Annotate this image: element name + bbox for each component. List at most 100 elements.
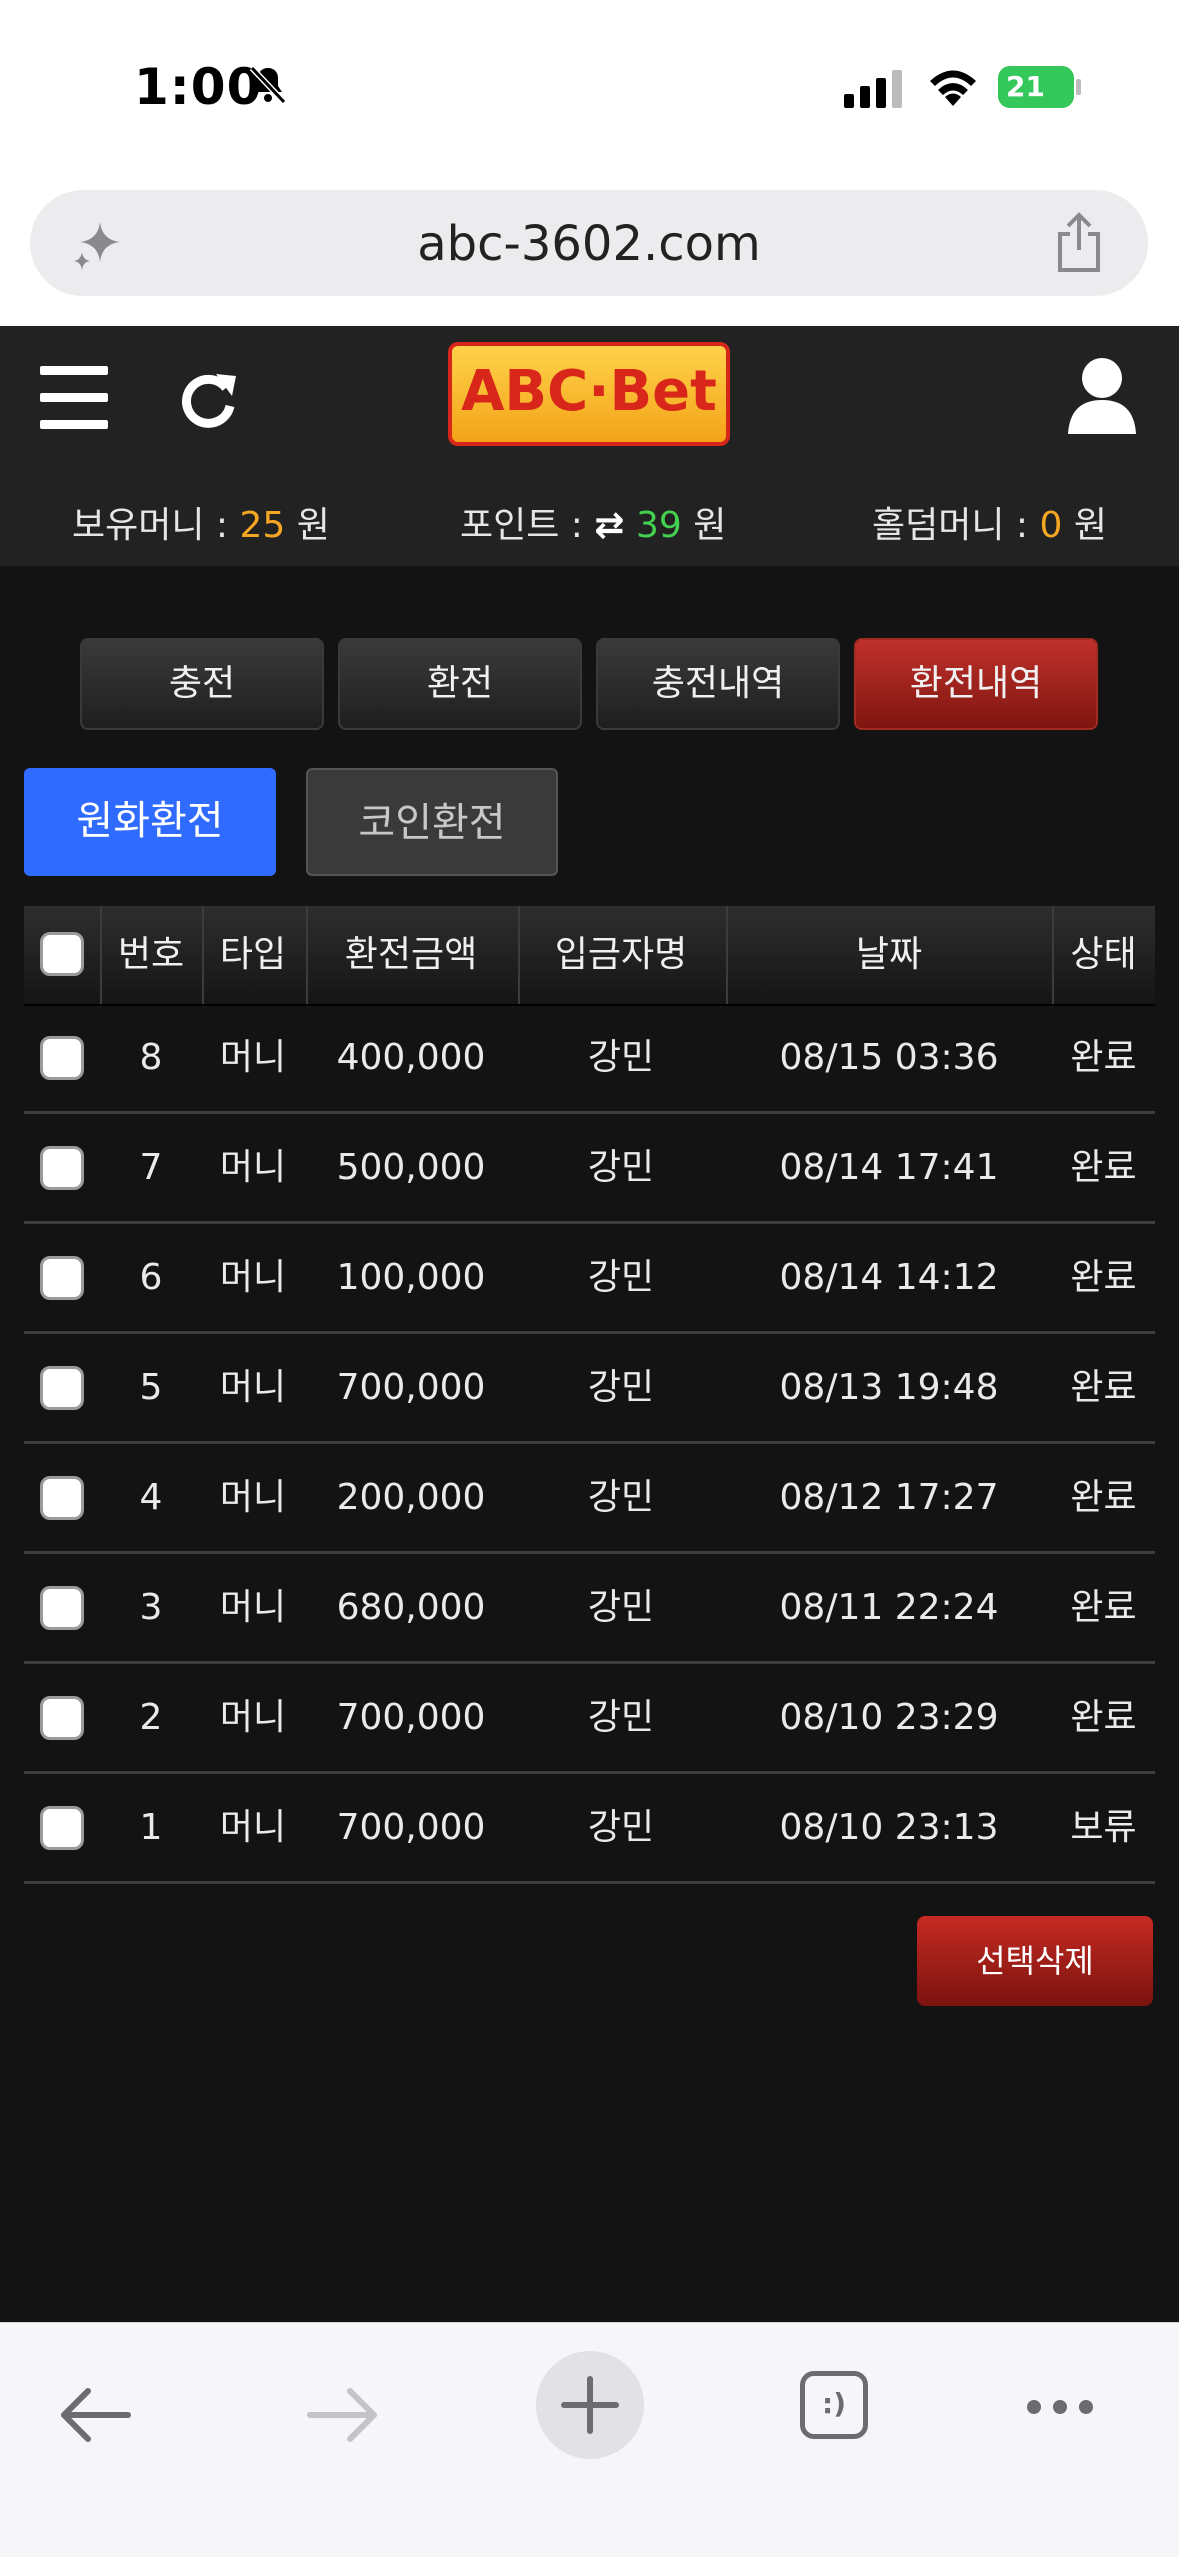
browser-toolbar: :) [0, 2322, 1179, 2557]
cell-number: 8 [139, 1037, 163, 1078]
header-number: 번호 [117, 934, 185, 975]
balance-points: 포인트 : ⇄ 39 원 [460, 496, 726, 548]
cell-status: 완료 [1070, 1037, 1137, 1078]
share-icon[interactable] [1052, 212, 1106, 274]
row-checkbox[interactable] [40, 1146, 84, 1190]
menu-icon[interactable] [40, 366, 108, 430]
cell-status: 완료 [1070, 1587, 1137, 1628]
cell-type: 머니 [219, 1367, 287, 1408]
tab-deposit[interactable]: 충전 [80, 638, 324, 730]
new-tab-button[interactable] [536, 2351, 644, 2459]
forward-arrow-icon[interactable] [306, 2385, 380, 2445]
cell-status: 완료 [1070, 1147, 1137, 1188]
row-checkbox[interactable] [40, 1586, 84, 1630]
browser-chrome: 1:00 21 abc-3602.com [0, 0, 1179, 326]
table-row: 5 머니 700,000 강민 08/13 19:48 완료 [24, 1334, 1155, 1444]
cell-number: 1 [139, 1807, 163, 1848]
cell-date: 08/10 23:29 [779, 1697, 999, 1738]
header-date: 날짜 [855, 934, 923, 975]
cell-amount: 680,000 [336, 1587, 486, 1628]
cell-amount: 700,000 [336, 1807, 486, 1848]
cell-depositor: 강민 [587, 1477, 655, 1518]
tab-withdraw[interactable]: 환전 [338, 638, 582, 730]
header-depositor: 입금자명 [554, 934, 688, 975]
cell-number: 5 [139, 1367, 163, 1408]
cell-depositor: 강민 [587, 1367, 655, 1408]
cell-date: 08/10 23:13 [779, 1807, 999, 1848]
cellular-signal-icon [844, 70, 902, 108]
points-unit: 원 [681, 505, 727, 546]
cell-date: 08/14 17:41 [779, 1147, 999, 1188]
exchange-icon[interactable]: ⇄ [594, 505, 624, 546]
cell-type: 머니 [219, 1587, 287, 1628]
plus-icon [561, 2376, 619, 2434]
balance-label: 보유머니 : [72, 505, 240, 546]
row-checkbox[interactable] [40, 1696, 84, 1740]
row-checkbox[interactable] [40, 1806, 84, 1850]
table-row: 6 머니 100,000 강민 08/14 14:12 완료 [24, 1224, 1155, 1334]
tab-withdraw-history[interactable]: 환전내역 [854, 638, 1098, 730]
back-arrow-icon[interactable] [58, 2385, 132, 2445]
holdem-label: 홀덤머니 : [872, 505, 1040, 546]
cell-date: 08/11 22:24 [779, 1587, 999, 1628]
row-checkbox[interactable] [40, 1366, 84, 1410]
cell-depositor: 강민 [587, 1807, 655, 1848]
cell-date: 08/14 14:12 [779, 1257, 999, 1298]
header-amount: 환전금액 [344, 934, 478, 975]
cell-status: 완료 [1070, 1367, 1137, 1408]
select-all-checkbox[interactable] [40, 932, 84, 976]
cell-depositor: 강민 [587, 1587, 655, 1628]
balance-money: 보유머니 : 25 원 [72, 496, 330, 548]
refresh-icon[interactable] [176, 368, 240, 432]
cell-type: 머니 [219, 1807, 287, 1848]
cell-depositor: 강민 [587, 1037, 655, 1078]
row-checkbox[interactable] [40, 1476, 84, 1520]
cell-depositor: 강민 [587, 1697, 655, 1738]
points-value: 39 [636, 505, 682, 546]
cell-number: 3 [139, 1587, 163, 1628]
table-row: 2 머니 700,000 강민 08/10 23:29 완료 [24, 1664, 1155, 1774]
row-checkbox[interactable] [40, 1256, 84, 1300]
row-checkbox[interactable] [40, 1036, 84, 1080]
site-header: ABC·Bet 보유머니 : 25 원 포인트 : ⇄ 39 원 홀덤머니 : … [0, 326, 1179, 566]
status-time: 1:00 [134, 58, 263, 116]
cell-status: 완료 [1070, 1257, 1137, 1298]
cell-type: 머니 [219, 1147, 287, 1188]
cell-amount: 700,000 [336, 1367, 486, 1408]
cell-status: 보류 [1070, 1807, 1137, 1848]
cell-number: 2 [139, 1697, 163, 1738]
more-options-icon[interactable] [1024, 2397, 1096, 2417]
krw-withdraw-button[interactable]: 원화환전 [24, 768, 276, 876]
table-row: 8 머니 400,000 강민 08/15 03:36 완료 [24, 1004, 1155, 1114]
address-bar[interactable]: abc-3602.com [30, 190, 1148, 296]
coin-withdraw-button[interactable]: 코인환전 [306, 768, 558, 876]
user-icon[interactable] [1066, 356, 1138, 436]
cell-date: 08/15 03:36 [779, 1037, 999, 1078]
battery-level: 21 [1006, 70, 1045, 103]
url-text[interactable]: abc-3602.com [30, 216, 1148, 272]
cell-type: 머니 [219, 1037, 287, 1078]
table-row: 3 머니 680,000 강민 08/11 22:24 완료 [24, 1554, 1155, 1664]
cell-amount: 700,000 [336, 1697, 486, 1738]
cell-type: 머니 [219, 1477, 287, 1518]
balance-unit: 원 [285, 505, 330, 546]
cell-depositor: 강민 [587, 1147, 655, 1188]
cell-amount: 200,000 [336, 1477, 486, 1518]
points-label: 포인트 : [460, 505, 595, 546]
header-type: 타입 [219, 934, 287, 975]
balance-value: 25 [239, 505, 286, 546]
tabs-overview-icon[interactable]: :) [800, 2371, 868, 2439]
cell-number: 6 [139, 1257, 163, 1298]
cell-date: 08/12 17:27 [779, 1477, 999, 1518]
header-status: 상태 [1070, 934, 1137, 975]
battery-icon: 21 [998, 66, 1082, 108]
cell-amount: 400,000 [336, 1037, 486, 1078]
delete-selected-button[interactable]: 선택삭제 [917, 1916, 1153, 2006]
cell-status: 완료 [1070, 1477, 1137, 1518]
bell-muted-icon [249, 65, 287, 105]
site-logo[interactable]: ABC·Bet [448, 342, 730, 446]
cell-amount: 500,000 [336, 1147, 486, 1188]
holdem-unit: 원 [1062, 505, 1107, 546]
tab-deposit-history[interactable]: 충전내역 [596, 638, 840, 730]
cell-status: 완료 [1070, 1697, 1137, 1738]
